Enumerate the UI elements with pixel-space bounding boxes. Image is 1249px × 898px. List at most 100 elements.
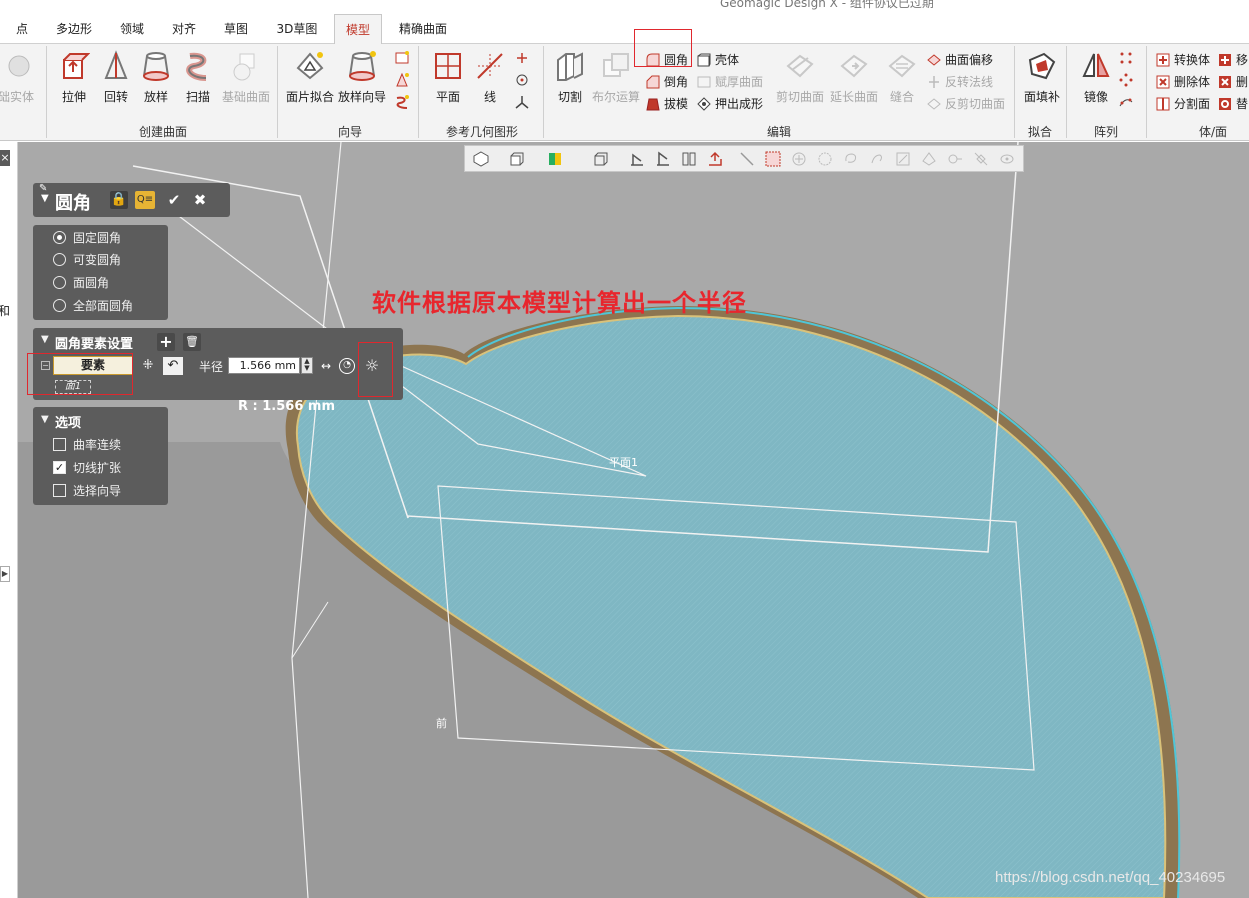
loft-wizard-button[interactable]: 放样向导 — [338, 48, 386, 114]
option-curvature-continuous-label: 曲率连续 — [73, 438, 122, 452]
base-surface-button[interactable]: 基础曲面 — [220, 48, 272, 114]
stitch-button[interactable]: 缝合 — [880, 48, 924, 114]
collapse-arrow-icon[interactable]: ▼ — [41, 334, 49, 345]
chamfer-label: 倒角 — [664, 75, 689, 89]
split-face-button[interactable]: 分割面 — [1156, 94, 1210, 114]
tab-model[interactable]: 模型 — [334, 14, 382, 45]
visibility-select-icon[interactable] — [973, 151, 989, 167]
clip-plane-icon[interactable] — [629, 151, 645, 167]
rectangle-select-icon[interactable] — [765, 151, 781, 167]
boolean-button[interactable]: 布尔运算 — [592, 48, 640, 114]
chamfer-button[interactable]: 倒角 — [646, 72, 688, 92]
tab-sketch[interactable]: 草图 — [216, 14, 256, 44]
measure-icon[interactable]: ↔ — [317, 358, 335, 374]
delete-trash-icon[interactable]: 🗑 — [183, 333, 201, 351]
tab-exact-surface[interactable]: 精确曲面 — [392, 14, 454, 44]
flip-normal-button[interactable]: 反转法线 — [927, 72, 993, 92]
base-solid-button[interactable]: 基础实体 — [0, 48, 42, 114]
flood-select-icon[interactable] — [921, 151, 937, 167]
tab-align[interactable]: 对齐 — [166, 14, 202, 44]
collapse-arrow-icon[interactable]: ▼ — [41, 193, 49, 204]
export-view-icon[interactable] — [707, 151, 723, 167]
coordinate-icon[interactable] — [514, 72, 530, 88]
revolve-button[interactable]: 回转 — [94, 48, 138, 114]
close-icon[interactable]: × — [0, 150, 10, 166]
point-icon[interactable] — [514, 50, 530, 66]
brush-select-icon[interactable] — [869, 151, 885, 167]
radius-input-value: 1.566 mm — [239, 359, 296, 372]
replace-face-button[interactable]: 替 — [1218, 94, 1248, 114]
section-view-icon[interactable] — [593, 151, 609, 167]
delete-body-button[interactable]: 删除体 — [1156, 72, 1210, 92]
ok-checkmark-icon[interactable]: ✔ — [165, 191, 183, 209]
paint-select-icon[interactable] — [895, 151, 911, 167]
extend-select-icon[interactable] — [947, 151, 963, 167]
cancel-x-icon[interactable]: ✖ — [191, 191, 209, 209]
radius-spinner[interactable]: ▲ ▼ — [301, 357, 313, 374]
fillet-mode-panel: 固定圆角 可变圆角 面圆角 全部面圆角 — [33, 225, 168, 320]
tab-3d-sketch[interactable]: 3D草图 — [270, 14, 324, 44]
multi-select-icon[interactable]: ⁜ — [139, 357, 157, 375]
mirror-button[interactable]: 镜像 — [1074, 48, 1118, 114]
view-cube-icon[interactable] — [509, 151, 525, 167]
trim-surface-button[interactable]: 剪切曲面 — [776, 48, 824, 114]
sweep-wizard-icon[interactable] — [394, 94, 410, 110]
undo-icon[interactable]: ↶ — [163, 357, 183, 375]
tab-polygon[interactable]: 多边形 — [48, 14, 100, 44]
delete-face-button[interactable]: 删 — [1218, 72, 1248, 92]
emboss-button[interactable]: 押出成形 — [697, 94, 763, 114]
expand-arrow-icon[interactable]: ▶ — [0, 566, 10, 582]
preview-icon[interactable]: Q≡ — [135, 191, 155, 209]
fill-face-button[interactable]: 面填补 — [1020, 48, 1064, 114]
collapse-arrow-icon[interactable]: ▼ — [41, 414, 49, 425]
circular-pattern-icon[interactable] — [1118, 72, 1134, 88]
add-icon[interactable]: + — [157, 333, 175, 351]
option-tangent-expand[interactable]: ✓ 切线扩张 — [53, 459, 121, 477]
mode-variable-fillet[interactable]: 可变圆角 — [53, 251, 121, 269]
surface-wizard-icon[interactable] — [394, 50, 410, 66]
split-view-icon[interactable] — [681, 151, 697, 167]
mesh-fit-button[interactable]: 面片拟合 — [286, 48, 334, 114]
clock-icon[interactable]: ◔ — [339, 358, 355, 374]
tab-region[interactable]: 领域 — [112, 14, 152, 44]
extend-surface-button[interactable]: 延长曲面 — [830, 48, 878, 114]
option-selection-guide[interactable]: 选择向导 — [53, 482, 121, 500]
circle-select-icon[interactable] — [791, 151, 807, 167]
lock-icon[interactable]: 🔒 — [110, 191, 128, 209]
cut-button[interactable]: 切割 — [548, 48, 592, 114]
option-curvature-continuous[interactable]: 曲率连续 — [53, 436, 121, 454]
view-orientation-icon[interactable] — [473, 151, 489, 167]
loft-button[interactable]: 放样 — [134, 48, 178, 114]
render-mode-icon[interactable] — [547, 151, 563, 167]
shell-button[interactable]: 壳体 — [697, 50, 739, 70]
move-body-button[interactable]: 移 — [1218, 50, 1248, 70]
revolve-wizard-icon[interactable] — [394, 72, 410, 88]
polygon-select-icon[interactable] — [817, 151, 833, 167]
untrim-surface-button[interactable]: 反剪切曲面 — [927, 94, 1005, 114]
mode-full-round-fillet[interactable]: 全部面圆角 — [53, 297, 133, 315]
left-strip-text: 和 — [0, 304, 11, 318]
tab-point[interactable]: 点 — [6, 14, 38, 44]
curve-pattern-icon[interactable] — [1118, 94, 1134, 110]
radius-input[interactable]: 1.566 mm — [228, 357, 300, 374]
extrude-button[interactable]: 拉伸 — [52, 48, 96, 114]
3d-viewport[interactable] — [18, 142, 1249, 898]
stitch-icon — [888, 54, 916, 78]
thicken-surface-button[interactable]: 赋厚曲面 — [697, 72, 763, 92]
axis-icon[interactable] — [514, 94, 530, 110]
clip-plane-2-icon[interactable] — [655, 151, 671, 167]
mode-face-fillet[interactable]: 面圆角 — [53, 274, 109, 292]
lasso-select-icon[interactable] — [843, 151, 859, 167]
eye-icon[interactable] — [999, 151, 1015, 167]
plane-button[interactable]: 平面 — [426, 48, 470, 114]
sweep-button[interactable]: 扫描 — [176, 48, 220, 114]
draft-label: 拔模 — [664, 97, 689, 111]
offset-surface-button[interactable]: 曲面偏移 — [927, 50, 993, 70]
line-button[interactable]: 线 — [468, 48, 512, 114]
mode-fixed-fillet[interactable]: 固定圆角 — [53, 229, 121, 247]
draft-button[interactable]: 拔模 — [646, 94, 688, 114]
emboss-icon — [697, 97, 711, 111]
line-select-icon[interactable] — [739, 151, 755, 167]
linear-pattern-icon[interactable] — [1118, 50, 1134, 66]
convert-body-button[interactable]: 转换体 — [1156, 50, 1210, 70]
